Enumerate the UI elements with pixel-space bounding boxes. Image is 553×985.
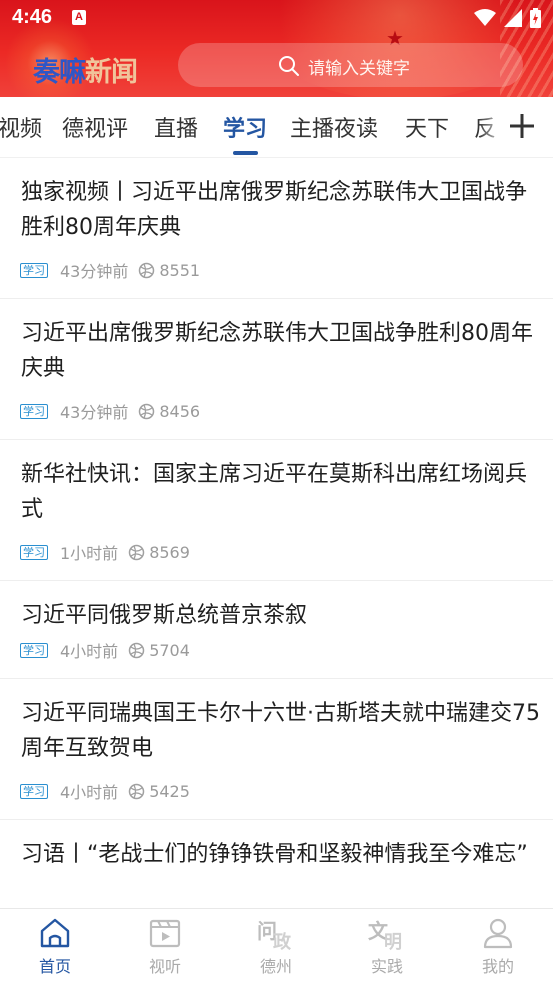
news-item[interactable]: 习近平同俄罗斯总统普京茶叙 学习 4小时前 5704 [0,581,553,679]
add-channel-plus-icon[interactable] [507,111,537,141]
news-title: 习近平同瑞典国王卡尔十六世·古斯塔夫就中瑞建交75周年互致贺电 [21,701,540,761]
tab-live[interactable]: 直播 [154,111,198,143]
nav-label: 实践 [370,957,403,976]
nav-label: 首页 [38,957,71,976]
news-views: 5704 [149,640,190,660]
search-placeholder: 请输入关键字 [308,59,410,79]
tab-anchor-night-reading[interactable]: 主播夜读 [290,111,378,143]
news-views: 5425 [149,781,190,801]
news-item[interactable]: 独家视频丨习近平出席俄罗斯纪念苏联伟大卫国战争胜利80周年庆典 学习 43分钟前… [0,158,553,299]
news-time: 43分钟前 [60,262,129,281]
news-views: 8456 [159,401,201,421]
nav-mine[interactable]: 我的 [443,909,553,985]
status-icons [474,8,541,28]
status-time: 4:46 [12,6,53,28]
tab-video[interactable]: 视频 [0,111,42,143]
news-item[interactable]: 新华社快讯：国家主席习近平在莫斯科出席红场阅兵式 学习 1小时前 8569 [0,440,553,581]
news-meta: 学习 4小时前 5425 [20,781,190,802]
news-views: 8551 [159,260,201,280]
tab-world[interactable]: 天下 [405,111,449,143]
nav-practice[interactable]: 文 明 实践 [332,909,442,985]
nav-video[interactable]: 视听 [110,909,220,985]
news-meta: 学习 43分钟前 8456 [20,401,201,422]
news-title: 习近平同俄罗斯总统普京茶叙 [21,603,308,628]
wen-zheng-icon: 问 政 [257,919,291,953]
news-time: 4小时前 [60,783,119,802]
news-time: 4小时前 [60,642,119,661]
tab-commentary[interactable]: 德视评 [62,111,128,143]
nav-label: 视听 [148,957,181,976]
news-meta: 学习 1小时前 8569 [20,542,190,563]
news-title: 习语丨“老战士们的铮铮铁骨和坚毅神情我至今难忘” [21,842,528,867]
home-icon [40,918,70,948]
news-tag: 学习 [20,642,48,658]
logo-text-main: 奏嘛 [33,57,86,88]
nav-label: 德州 [259,957,292,976]
app-header: ★ 4:46 A 奏嘛新闻 请输入关键字 [0,0,553,97]
news-meta: 学习 43分钟前 8551 [20,260,201,281]
user-icon [483,918,513,949]
logo-text-news: 新闻 [85,57,138,88]
news-title: 习近平出席俄罗斯纪念苏联伟大卫国战争胜利80周年庆典 [21,321,533,381]
active-tab-indicator [233,151,258,155]
views-icon [128,783,145,799]
nav-label: 我的 [481,957,514,976]
views-icon [139,403,155,419]
app-notification-icon: A [72,10,86,25]
news-title: 独家视频丨习近平出席俄罗斯纪念苏联伟大卫国战争胜利80周年庆典 [21,180,528,240]
views-icon [139,262,155,278]
news-tag: 学习 [20,262,48,278]
app-logo: 奏嘛新闻 [33,50,138,89]
search-icon [279,56,299,76]
tab-study[interactable]: 学习 [223,111,267,143]
bottom-navigation: 首页 视听 问 政 德州 文 明 实践 我的 [0,908,553,985]
news-item[interactable]: 习近平同瑞典国王卡尔十六世·古斯塔夫就中瑞建交75周年互致贺电 学习 4小时前 … [0,679,553,820]
tabs-fade [478,97,508,155]
news-meta: 学习 4小时前 5704 [20,640,190,661]
wifi-icon [474,9,496,26]
news-tag: 学习 [20,783,48,799]
news-tag: 学习 [20,403,48,419]
news-tag: 学习 [20,544,48,560]
signal-icon [504,9,522,27]
video-icon [149,919,181,948]
views-icon [128,642,145,658]
nav-home[interactable]: 首页 [0,909,110,985]
news-title: 新华社快讯：国家主席习近平在莫斯科出席红场阅兵式 [21,462,528,522]
battery-icon [530,8,541,28]
news-item[interactable]: 习语丨“老战士们的铮铮铁骨和坚毅神情我至今难忘” [0,820,553,908]
search-bar[interactable]: 请输入关键字 [178,43,523,87]
news-item[interactable]: 习近平出席俄罗斯纪念苏联伟大卫国战争胜利80周年庆典 学习 43分钟前 8456 [0,299,553,440]
channel-tabs: 视频 德视评 直播 学习 主播夜读 天下 反 [0,97,553,158]
wen-ming-icon: 文 明 [368,919,402,953]
nav-dezhou[interactable]: 问 政 德州 [221,909,331,985]
views-icon [128,544,145,560]
news-time: 1小时前 [60,544,119,563]
status-bar: 4:46 A [0,0,553,36]
news-views: 8569 [149,542,190,562]
news-time: 43分钟前 [60,403,129,422]
